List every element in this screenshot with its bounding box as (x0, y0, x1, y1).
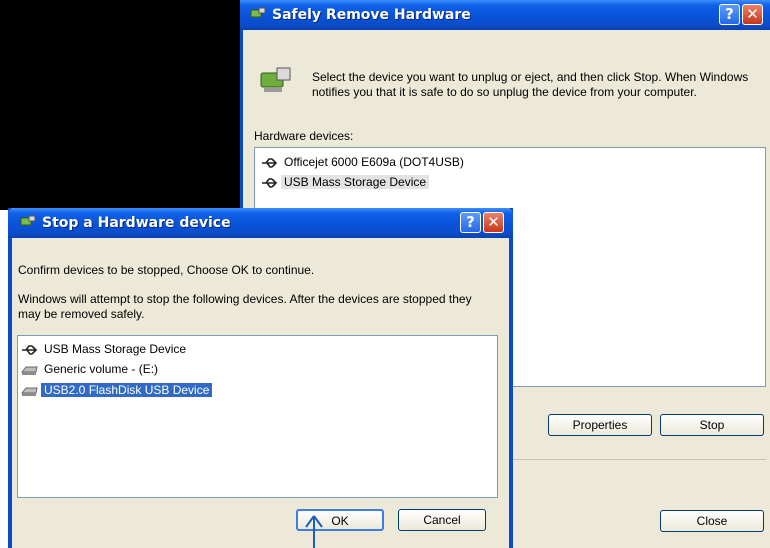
stop-devices-list[interactable]: USB Mass Storage Device Generic volume -… (17, 335, 498, 498)
close-icon[interactable]: ✕ (483, 212, 504, 233)
main-titlebar[interactable]: Safely Remove Hardware ? ✕ (240, 0, 770, 30)
desktop-background (0, 0, 240, 210)
dialog-titlebar[interactable]: Stop a Hardware device ? ✕ (8, 208, 513, 238)
help-button[interactable]: ? (719, 4, 740, 25)
list-item[interactable]: USB Mass Storage Device (21, 340, 189, 358)
drive-icon (21, 387, 38, 396)
hardware-icon (250, 7, 266, 18)
list-item[interactable]: Generic volume - (E:) (21, 360, 161, 378)
list-item[interactable]: USB2.0 FlashDisk USB Device (21, 381, 213, 399)
stop-button[interactable]: Stop (660, 414, 764, 436)
dialog-title: Stop a Hardware device (42, 215, 231, 231)
properties-button[interactable]: Properties (548, 414, 652, 436)
stop-hardware-dialog: Stop a Hardware device ? ✕ Confirm devic… (8, 208, 513, 548)
hardware-icon (20, 215, 36, 226)
usb-icon (262, 158, 278, 168)
close-icon[interactable]: ✕ (742, 4, 763, 25)
drive-icon (21, 366, 38, 375)
pointer-arrow-icon (305, 515, 323, 548)
cancel-button[interactable]: Cancel (398, 509, 486, 531)
safely-remove-icon (260, 67, 291, 92)
close-button[interactable]: Close (660, 510, 764, 532)
confirm-text: Confirm devices to be stopped, Choose OK… (18, 263, 315, 277)
info-text: Windows will attempt to stop the followi… (18, 292, 472, 321)
hardware-devices-label: Hardware devices: (254, 129, 354, 143)
help-button[interactable]: ? (460, 212, 481, 233)
list-item[interactable]: USB Mass Storage Device (261, 173, 430, 191)
usb-icon (262, 178, 278, 188)
instruction-text: Select the device you want to unplug or … (312, 70, 749, 99)
list-item[interactable]: Officejet 6000 E609a (DOT4USB) (261, 153, 467, 171)
usb-icon (22, 345, 38, 355)
main-title: Safely Remove Hardware (272, 7, 471, 23)
